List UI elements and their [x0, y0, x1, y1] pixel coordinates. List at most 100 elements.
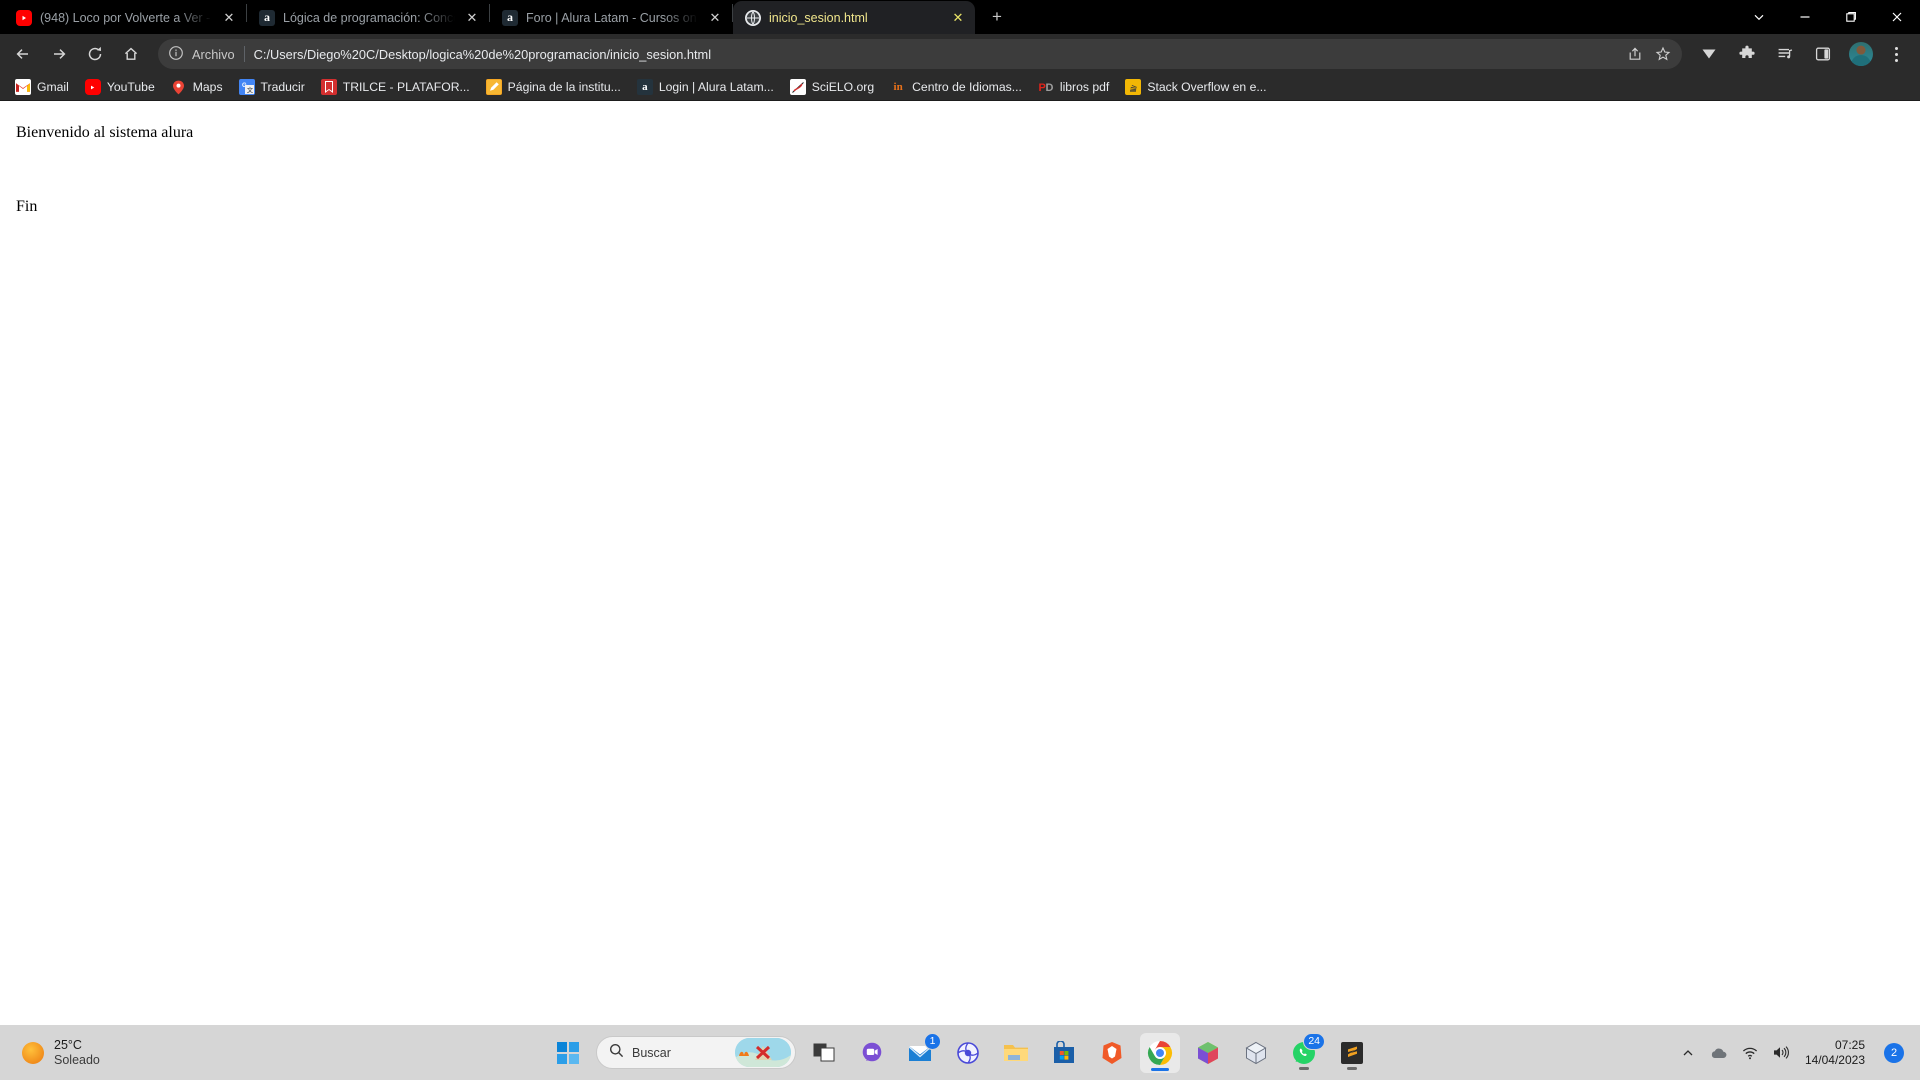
reload-button[interactable]	[78, 37, 112, 71]
extensions-puzzle-icon[interactable]	[1730, 37, 1764, 71]
share-icon[interactable]	[1622, 41, 1648, 67]
brave-rewards-icon[interactable]	[1692, 37, 1726, 71]
youtube-icon	[84, 79, 101, 95]
taskbar-center: Buscar 1 24	[548, 1032, 1372, 1073]
toolbar-right-icons	[1692, 37, 1910, 71]
bookmark-maps[interactable]: Maps	[164, 76, 230, 98]
bookmark-label: libros pdf	[1059, 80, 1110, 94]
cloud-icon[interactable]	[1710, 1044, 1728, 1062]
star-icon[interactable]	[1650, 41, 1676, 67]
bookmark-gmail[interactable]: Gmail	[8, 76, 76, 98]
page-text-end: Fin	[16, 197, 38, 215]
weather-description: Soleado	[54, 1052, 100, 1067]
google-chrome-icon[interactable]	[1140, 1032, 1180, 1073]
bookmarks-bar: Gmail YouTube Maps G 文 Traducir TRILCE -…	[0, 74, 1920, 101]
tab-logica-programacion[interactable]: a Lógica de programación: Concep ✕	[247, 1, 489, 34]
system-tray: 07:25 14/04/2023 2	[1679, 1038, 1920, 1067]
bookmark-youtube[interactable]: YouTube	[78, 76, 162, 98]
task-view-icon[interactable]	[804, 1033, 844, 1073]
window-controls	[1736, 0, 1920, 33]
close-button[interactable]	[1874, 0, 1920, 33]
bookmark-label: Centro de Idiomas...	[912, 80, 1022, 94]
bookmark-scielo[interactable]: SciELO.org	[783, 76, 881, 98]
minimize-button[interactable]	[1782, 0, 1828, 33]
url-scheme-label: Archivo	[192, 46, 235, 62]
mail-badge: 1	[924, 1032, 941, 1050]
alura-icon: a	[502, 9, 518, 26]
close-icon[interactable]: ✕	[220, 9, 238, 27]
back-button[interactable]	[6, 37, 40, 71]
bookmark-label: TRILCE - PLATAFOR...	[342, 80, 470, 94]
home-button[interactable]	[114, 37, 148, 71]
page-content: Bienvenido al sistema alura Fin	[0, 101, 1920, 1025]
bookmark-centro-idiomas[interactable]: in Centro de Idiomas...	[883, 76, 1029, 98]
clock[interactable]: 07:25 14/04/2023	[1805, 1038, 1865, 1067]
close-icon[interactable]: ✕	[706, 9, 724, 27]
tab-label: (948) Loco por Volverte a Ver - Yo	[40, 10, 212, 25]
tab-label: inicio_sesion.html	[769, 10, 868, 25]
tab-search-button[interactable]	[1736, 0, 1782, 33]
stackoverflow-icon	[1125, 79, 1142, 95]
bookmark-label: Stack Overflow en e...	[1147, 80, 1267, 94]
alura-icon: a	[259, 9, 275, 26]
colorful-cube-icon[interactable]	[1188, 1033, 1228, 1073]
google-translate-icon: G 文	[238, 79, 255, 95]
new-tab-button[interactable]: +	[983, 3, 1011, 31]
microsoft-store-icon[interactable]	[1044, 1033, 1084, 1073]
media-playlist-icon[interactable]	[1768, 37, 1802, 71]
chat-teams-icon[interactable]	[852, 1033, 892, 1073]
bookmark-login-alura[interactable]: a Login | Alura Latam...	[630, 76, 781, 98]
bookmark-label: Login | Alura Latam...	[658, 80, 774, 94]
user-avatar	[1849, 42, 1873, 66]
address-bar[interactable]: Archivo C:/Users/Diego%20C/Desktop/logic…	[158, 39, 1682, 69]
forward-button[interactable]	[42, 37, 76, 71]
whatsapp-badge: 24	[1303, 1032, 1325, 1050]
weather-text: 25°C Soleado	[54, 1038, 100, 1067]
windows-taskbar: 25°C Soleado Buscar 1 24 07:25 14/04/202…	[0, 1025, 1920, 1080]
maximize-button[interactable]	[1828, 0, 1874, 33]
chevron-up-icon[interactable]	[1679, 1044, 1697, 1062]
brave-browser-icon[interactable]	[1092, 1033, 1132, 1073]
whatsapp-icon[interactable]: 24	[1284, 1032, 1325, 1073]
url-text[interactable]: C:/Users/Diego%20C/Desktop/logica%20de%2…	[254, 47, 1622, 62]
tab-inicio-sesion-html[interactable]: inicio_sesion.html ✕	[733, 1, 975, 34]
bookmark-pagina-institucion[interactable]: Página de la institu...	[479, 76, 628, 98]
start-button[interactable]	[548, 1033, 588, 1073]
bookmark-stackoverflow[interactable]: Stack Overflow en e...	[1118, 76, 1273, 98]
sublime-text-icon[interactable]	[1332, 1033, 1372, 1073]
search-input[interactable]: Buscar	[596, 1036, 796, 1069]
speaker-icon[interactable]	[1772, 1044, 1790, 1062]
svg-text:文: 文	[246, 87, 254, 95]
bookmark-label: Maps	[192, 80, 223, 94]
pencil-note-icon	[485, 79, 502, 95]
bookmark-libros-pdf[interactable]: P D libros pdf	[1031, 76, 1116, 98]
close-icon[interactable]: ✕	[463, 9, 481, 27]
clock-date: 14/04/2023	[1804, 1052, 1865, 1067]
tab-youtube[interactable]: (948) Loco por Volverte a Ver - Yo ✕	[4, 1, 246, 34]
side-panel-icon[interactable]	[1806, 37, 1840, 71]
alura-icon: a	[636, 79, 653, 95]
three-dot-menu-icon[interactable]	[1882, 39, 1910, 69]
bookmark-label: Traducir	[260, 80, 305, 94]
weather-widget[interactable]: 25°C Soleado	[0, 1038, 300, 1067]
omnibox-divider	[243, 46, 245, 62]
search-highlight-thumbnail[interactable]	[735, 1038, 791, 1067]
tab-foro-alura[interactable]: a Foro | Alura Latam - Cursos onlin ✕	[490, 1, 732, 34]
close-icon[interactable]: ✕	[949, 9, 967, 27]
file-explorer-icon[interactable]	[996, 1033, 1036, 1073]
sun-icon	[22, 1041, 44, 1064]
wifi-icon[interactable]	[1741, 1044, 1759, 1062]
tab-label: Foro | Alura Latam - Cursos onlin	[526, 10, 698, 25]
gray-cube-icon[interactable]	[1236, 1033, 1276, 1073]
widgets-icon[interactable]	[948, 1033, 988, 1073]
bookmark-traducir[interactable]: G 文 Traducir	[232, 76, 312, 98]
bookmark-label: Página de la institu...	[507, 80, 621, 94]
search-placeholder: Buscar	[632, 1045, 671, 1060]
mail-icon[interactable]: 1	[900, 1032, 941, 1073]
avatar[interactable]	[1844, 37, 1878, 71]
notification-badge[interactable]: 2	[1884, 1042, 1904, 1063]
bookmark-trilce[interactable]: TRILCE - PLATAFOR...	[314, 76, 477, 98]
info-circle-icon[interactable]	[168, 45, 186, 63]
search-icon	[609, 1043, 624, 1063]
clock-time: 07:25	[1834, 1038, 1865, 1053]
